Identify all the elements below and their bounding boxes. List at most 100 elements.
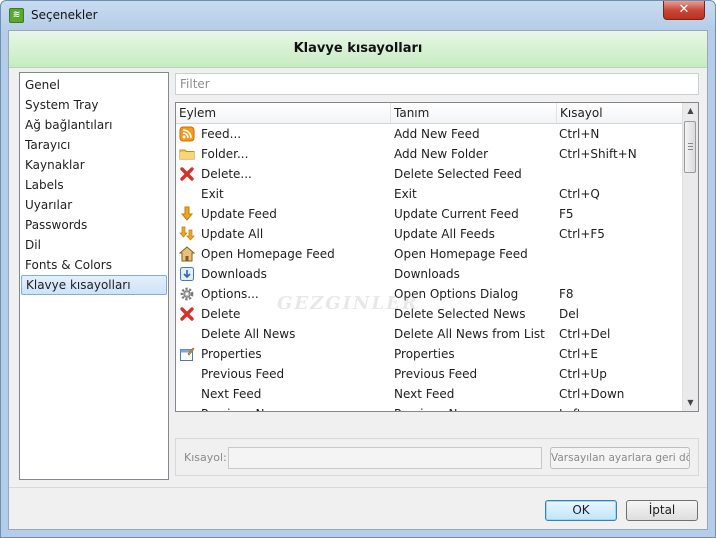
table-row[interactable]: Folder... Add New Folder Ctrl+Shift+N: [176, 144, 683, 164]
filter-input[interactable]: Filter: [175, 73, 699, 95]
cell-description: Previous Feed: [394, 367, 478, 381]
cell-description: Update Current Feed: [394, 207, 519, 221]
sidebar-item-genel[interactable]: Genel: [21, 75, 167, 95]
sidebar-item-uyarilar[interactable]: Uyarılar: [21, 195, 167, 215]
arrow-down-icon: [179, 206, 195, 222]
cell-action: Previous N...: [201, 404, 276, 411]
table-row[interactable]: Feed... Add New Feed Ctrl+N: [176, 124, 683, 144]
cell-description: Properties: [394, 347, 455, 361]
cell-action: Feed...: [201, 127, 242, 141]
cell-description: Next Feed: [394, 387, 455, 401]
sidebar-item-system-tray[interactable]: System Tray: [21, 95, 167, 115]
cell-shortcut: F8: [559, 287, 574, 301]
cell-action: Downloads: [201, 267, 267, 281]
cell-action: Folder...: [201, 147, 249, 161]
cell-description: Add New Feed: [394, 127, 480, 141]
table-header: Eylem Tanım Kısayol: [176, 103, 683, 124]
cancel-button[interactable]: İptal: [626, 500, 698, 521]
cell-description: Delete Selected Feed: [394, 167, 522, 181]
sidebar-item-ag-baglantilari[interactable]: Ağ bağlantıları: [21, 115, 167, 135]
table-row[interactable]: Downloads Downloads: [176, 264, 683, 284]
cell-shortcut: Ctrl+Del: [559, 327, 611, 341]
cell-action: Delete All News: [201, 327, 296, 341]
sidebar-item-fonts-colors[interactable]: Fonts & Colors: [21, 255, 167, 275]
table-row[interactable]: Update All Update All Feeds Ctrl+F5: [176, 224, 683, 244]
footer-divider: [9, 487, 707, 488]
cell-description: Previous N...: [394, 404, 469, 411]
table-row[interactable]: Previous N... Previous N... Left: [176, 404, 683, 411]
window-title: Seçenekler: [31, 8, 98, 22]
cell-action: Update Feed: [201, 207, 277, 221]
rss-feed-icon: [179, 126, 195, 142]
cell-description: Downloads: [394, 267, 460, 281]
shortcuts-table: Eylem Tanım Kısayol Feed... Add New Feed C…: [175, 102, 699, 412]
folder-icon: [179, 146, 195, 162]
table-row[interactable]: Properties Properties Ctrl+E: [176, 344, 683, 364]
scroll-thumb[interactable]: [684, 121, 696, 173]
properties-icon: [179, 346, 195, 362]
table-row[interactable]: Exit Exit Ctrl+Q: [176, 184, 683, 204]
cell-description: Update All Feeds: [394, 227, 495, 241]
sidebar-item-passwords[interactable]: Passwords: [21, 215, 167, 235]
table-row[interactable]: Delete Delete Selected News Del: [176, 304, 683, 324]
downloads-icon: [179, 266, 195, 282]
shortcut-edit-panel: Kısayol: Varsayılan ayarlara geri dön: [175, 438, 699, 476]
cell-action: Properties: [201, 347, 262, 361]
sidebar-item-dil[interactable]: Dil: [21, 235, 167, 255]
app-rss-icon: ≋: [9, 8, 24, 23]
table-row[interactable]: Next Feed Next Feed Ctrl+Down: [176, 384, 683, 404]
cell-action: Previous Feed: [201, 367, 285, 381]
table-row[interactable]: Update Feed Update Current Feed F5: [176, 204, 683, 224]
watermark-logo: GEZGINLER: [277, 293, 419, 314]
column-header-eylem[interactable]: Eylem: [176, 103, 391, 123]
close-button[interactable]: ✕: [663, 1, 705, 20]
dialog-client-area: Klavye kısayolları Genel System Tray Ağ ba…: [8, 30, 708, 530]
sidebar-item-labels[interactable]: Labels: [21, 175, 167, 195]
cell-description: Add New Folder: [394, 147, 489, 161]
gear-icon: [179, 286, 195, 302]
options-window: ≋ Seçenekler ✕ Klavye kısayolları Genel S…: [0, 0, 716, 538]
page-title: Klavye kısayolları: [293, 41, 423, 56]
table-body: Feed... Add New Feed Ctrl+N Folder... Add Ne…: [176, 124, 683, 411]
shortcut-input[interactable]: [228, 447, 542, 469]
sidebar-item-tarayici[interactable]: Tarayıcı: [21, 135, 167, 155]
cell-description: Open Homepage Feed: [394, 247, 528, 261]
cell-shortcut: F5: [559, 207, 574, 221]
ok-button[interactable]: OK: [545, 500, 617, 521]
cell-shortcut: Ctrl+Q: [559, 187, 600, 201]
cell-action: Update All: [201, 227, 264, 241]
table-row[interactable]: Open Homepage Feed Open Homepage Feed: [176, 244, 683, 264]
scroll-down-arrow-icon[interactable]: ▼: [683, 395, 698, 411]
cell-action: Options...: [201, 287, 259, 301]
scroll-up-arrow-icon[interactable]: ▲: [683, 103, 698, 119]
table-row[interactable]: Options... Open Options Dialog F8: [176, 284, 683, 304]
column-header-tanim[interactable]: Tanım: [391, 103, 557, 123]
sidebar-item-klavye-kisayollari[interactable]: Klavye kısayolları: [21, 275, 167, 295]
cell-shortcut: Ctrl+Up: [559, 367, 607, 381]
home-icon: [178, 246, 196, 262]
reset-defaults-button[interactable]: Varsayılan ayarlara geri dön: [550, 447, 690, 469]
cell-description: Exit: [394, 187, 417, 201]
cell-shortcut: Del: [559, 307, 579, 321]
shortcut-label: Kısayol:: [184, 451, 227, 464]
cell-description: Delete All News from List: [394, 327, 545, 341]
cell-shortcut: Ctrl+Down: [559, 387, 625, 401]
table-row[interactable]: Delete... Delete Selected Feed: [176, 164, 683, 184]
vertical-scrollbar[interactable]: ▲ ▼: [682, 103, 698, 411]
title-bar[interactable]: ≋ Seçenekler ✕: [1, 1, 715, 31]
cell-shortcut: Ctrl+F5: [559, 227, 605, 241]
sidebar-item-kaynaklar[interactable]: Kaynaklar: [21, 155, 167, 175]
red-x-icon: [179, 166, 195, 182]
cell-action: Delete...: [201, 167, 252, 181]
table-row[interactable]: Previous Feed Previous Feed Ctrl+Up: [176, 364, 683, 384]
update-all-icon: [179, 226, 195, 242]
table-row[interactable]: Delete All News Delete All News from List…: [176, 324, 683, 344]
page-header: Klavye kısayolları: [9, 31, 707, 68]
cell-shortcut: Ctrl+E: [559, 347, 598, 361]
cell-shortcut: Left: [559, 404, 582, 411]
column-header-kisayol[interactable]: Kısayol: [557, 103, 683, 123]
cell-shortcut: Ctrl+N: [559, 127, 600, 141]
cell-action: Next Feed: [201, 387, 262, 401]
cell-action: Open Homepage Feed: [201, 247, 335, 261]
cell-action: Delete: [201, 307, 241, 321]
